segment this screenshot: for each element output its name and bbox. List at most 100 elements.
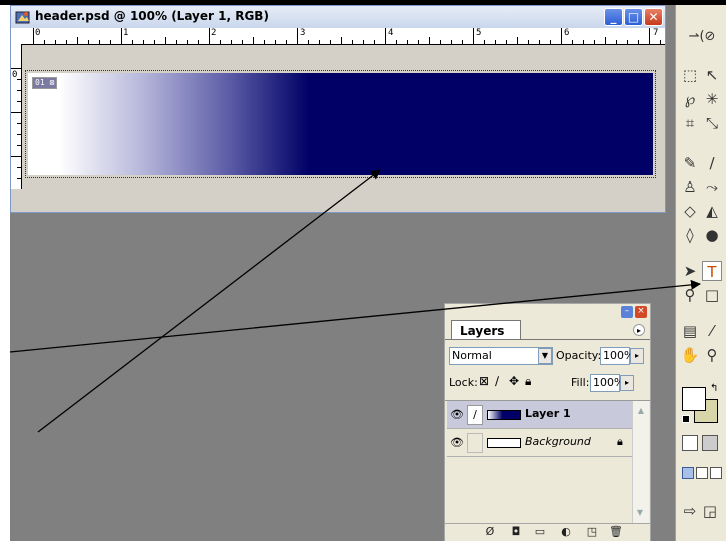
palette-menu-icon[interactable]: ▸ — [633, 324, 645, 336]
eye-icon[interactable]: 👁︎ — [449, 407, 465, 423]
minimize-icon: _ — [610, 10, 617, 24]
eye-icon[interactable]: 👁︎ — [449, 435, 465, 451]
layer-name: Background — [525, 435, 591, 448]
opacity-arrow-icon[interactable]: ▸ — [630, 348, 644, 364]
opacity-label: Opacity: — [556, 349, 602, 362]
lasso-tool-icon[interactable]: ℘ — [680, 89, 700, 109]
brush-icon[interactable]: ∕ — [467, 405, 483, 425]
ruler-label: 6 — [564, 28, 570, 38]
document-window[interactable]: header.psd @ 100% (Layer 1, RGB) _ □ ✕ 0… — [10, 5, 666, 213]
type-tool-icon[interactable]: T — [702, 261, 722, 281]
lock-position-icon[interactable]: ✥ — [509, 374, 519, 388]
zoom-tool-icon[interactable]: ⚲ — [702, 345, 722, 365]
layer-row-layer-1[interactable]: 👁︎ ∕ Layer 1 — [447, 401, 632, 429]
tab-layers[interactable]: Layers — [451, 320, 522, 340]
standard-mode-icon[interactable] — [682, 435, 698, 451]
horizontal-ruler[interactable]: 0 1 2 3 4 5 6 7 — [21, 28, 665, 45]
fill-input[interactable]: 100% — [590, 374, 624, 392]
brush-tool-icon[interactable]: ∕ — [702, 153, 722, 173]
magic-wand-tool-icon[interactable]: ✳ — [702, 89, 722, 109]
standard-screen-mode-icon[interactable] — [682, 467, 694, 479]
imageready-icon[interactable]: ◲ — [700, 501, 720, 521]
history-brush-tool-icon[interactable]: ⤳ — [702, 177, 722, 197]
rectangle-tool-icon[interactable]: □ — [702, 285, 722, 305]
layer-mask-icon[interactable]: ◘ — [509, 525, 523, 539]
layers-palette[interactable]: – × Layers ▸ Normal ▼ Opacity: 100% ▸ Lo… — [444, 303, 651, 541]
move-tool-icon[interactable]: ↖ — [702, 65, 722, 85]
eyedropper-tool-icon[interactable]: ⁄ — [702, 321, 722, 341]
scroll-down-icon[interactable]: ▼ — [632, 504, 648, 522]
ruler-label: 0 — [35, 28, 41, 38]
layer-row-background[interactable]: 👁︎ Background 🔒︎ — [447, 429, 632, 457]
marquee-tool-icon[interactable]: ⬚ — [680, 65, 700, 85]
path-selection-tool-icon[interactable]: ➤ — [680, 261, 700, 281]
jump-to-imageready-icon[interactable]: ⇨ — [680, 501, 700, 521]
paint-bucket-tool-icon[interactable]: ◭ — [702, 201, 722, 221]
link-box[interactable] — [467, 433, 483, 453]
ruler-label: 1 — [123, 28, 129, 38]
gradient-canvas[interactable]: 01 ⊠ — [28, 73, 653, 175]
foreground-color-swatch[interactable] — [682, 387, 706, 411]
default-colors-icon[interactable] — [682, 415, 690, 423]
layer-thumbnail — [487, 410, 521, 420]
lock-icon: 🔒︎ — [617, 435, 623, 448]
trash-icon[interactable]: 🗑︎ — [609, 525, 623, 539]
blur-tool-icon[interactable]: ◊ — [680, 225, 700, 245]
layer-name: Layer 1 — [525, 407, 571, 420]
close-button[interactable]: ✕ — [644, 8, 663, 26]
vertical-ruler[interactable]: 0 — [11, 44, 22, 189]
tab-divider — [445, 339, 650, 340]
quick-mask-mode-icon[interactable] — [702, 435, 718, 451]
lock-image-icon[interactable]: ∕ — [495, 374, 499, 388]
slice-badge: 01 ⊠ — [32, 77, 58, 89]
full-screen-mode-icon[interactable] — [710, 467, 722, 479]
layer-style-icon[interactable]: Ø — [483, 525, 497, 539]
notes-tool-icon[interactable]: ▤ — [680, 321, 700, 341]
ruler-label: 7 — [653, 28, 659, 38]
ruler-label: 2 — [211, 28, 217, 38]
dodge-tool-icon[interactable]: ● — [702, 225, 722, 245]
photoshop-document-icon — [15, 11, 30, 24]
photoshop-logo-icon[interactable]: ⇀(⊘ — [680, 27, 724, 47]
eraser-tool-icon[interactable]: ◇ — [680, 201, 700, 221]
swap-colors-icon[interactable]: ↰ — [710, 383, 718, 394]
clone-stamp-tool-icon[interactable]: ♙ — [680, 177, 700, 197]
palette-close-icon[interactable]: × — [635, 306, 647, 318]
slice-tool-icon[interactable]: ⤡ — [702, 113, 722, 133]
chevron-down-icon[interactable]: ▼ — [538, 348, 552, 364]
layer-thumbnail — [487, 438, 521, 448]
lock-transparent-icon[interactable]: ⊠ — [479, 374, 489, 388]
canvas-frame: 01 ⊠ — [25, 70, 656, 178]
vruler-ticks — [11, 68, 21, 179]
pen-tool-icon[interactable]: ⚲ — [680, 285, 700, 305]
document-titlebar[interactable]: header.psd @ 100% (Layer 1, RGB) _ □ ✕ — [11, 6, 665, 29]
adjustment-layer-icon[interactable]: ◐ — [559, 525, 573, 539]
lock-label: Lock: — [449, 376, 478, 389]
type-tool-glyph: T — [707, 263, 717, 281]
maximize-icon: □ — [627, 10, 640, 24]
palette-minimize-icon[interactable]: – — [621, 306, 633, 318]
ruler-label: 3 — [300, 28, 306, 38]
hand-tool-icon[interactable]: ✋ — [680, 345, 700, 365]
document-title: header.psd @ 100% (Layer 1, RGB) — [35, 9, 269, 23]
healing-brush-tool-icon[interactable]: ✎ — [680, 153, 700, 173]
scroll-up-icon[interactable]: ▲ — [632, 401, 649, 421]
maximize-button[interactable]: □ — [624, 8, 643, 26]
blend-mode-value: Normal — [452, 349, 492, 362]
layers-palette-titlebar[interactable]: – × — [445, 304, 650, 320]
ruler-label: 5 — [476, 28, 482, 38]
close-icon: ✕ — [648, 10, 659, 24]
new-layer-icon[interactable]: ◳ — [585, 525, 599, 539]
toolbox: ⇀(⊘ ⬚ ↖ ℘ ✳ ⌗ ⤡ ✎ ∕ ♙ ⤳ ◇ ◭ ◊ ● ➤ T ⚲ □ … — [675, 5, 726, 541]
minimize-button[interactable]: _ — [604, 8, 623, 26]
new-set-icon[interactable]: ▭ — [533, 525, 547, 539]
left-edge-strip — [0, 0, 10, 541]
ruler-label: 4 — [388, 28, 394, 38]
vruler-label: 0 — [12, 70, 18, 80]
fill-arrow-icon[interactable]: ▸ — [620, 375, 634, 391]
layers-bottom-toolbar: Ø ◘ ▭ ◐ ◳ 🗑︎ — [445, 523, 650, 541]
full-screen-menu-mode-icon[interactable] — [696, 467, 708, 479]
crop-tool-icon[interactable]: ⌗ — [680, 113, 700, 133]
opacity-input[interactable]: 100% — [600, 347, 634, 365]
lock-all-icon[interactable]: 🔒︎ — [525, 374, 531, 389]
